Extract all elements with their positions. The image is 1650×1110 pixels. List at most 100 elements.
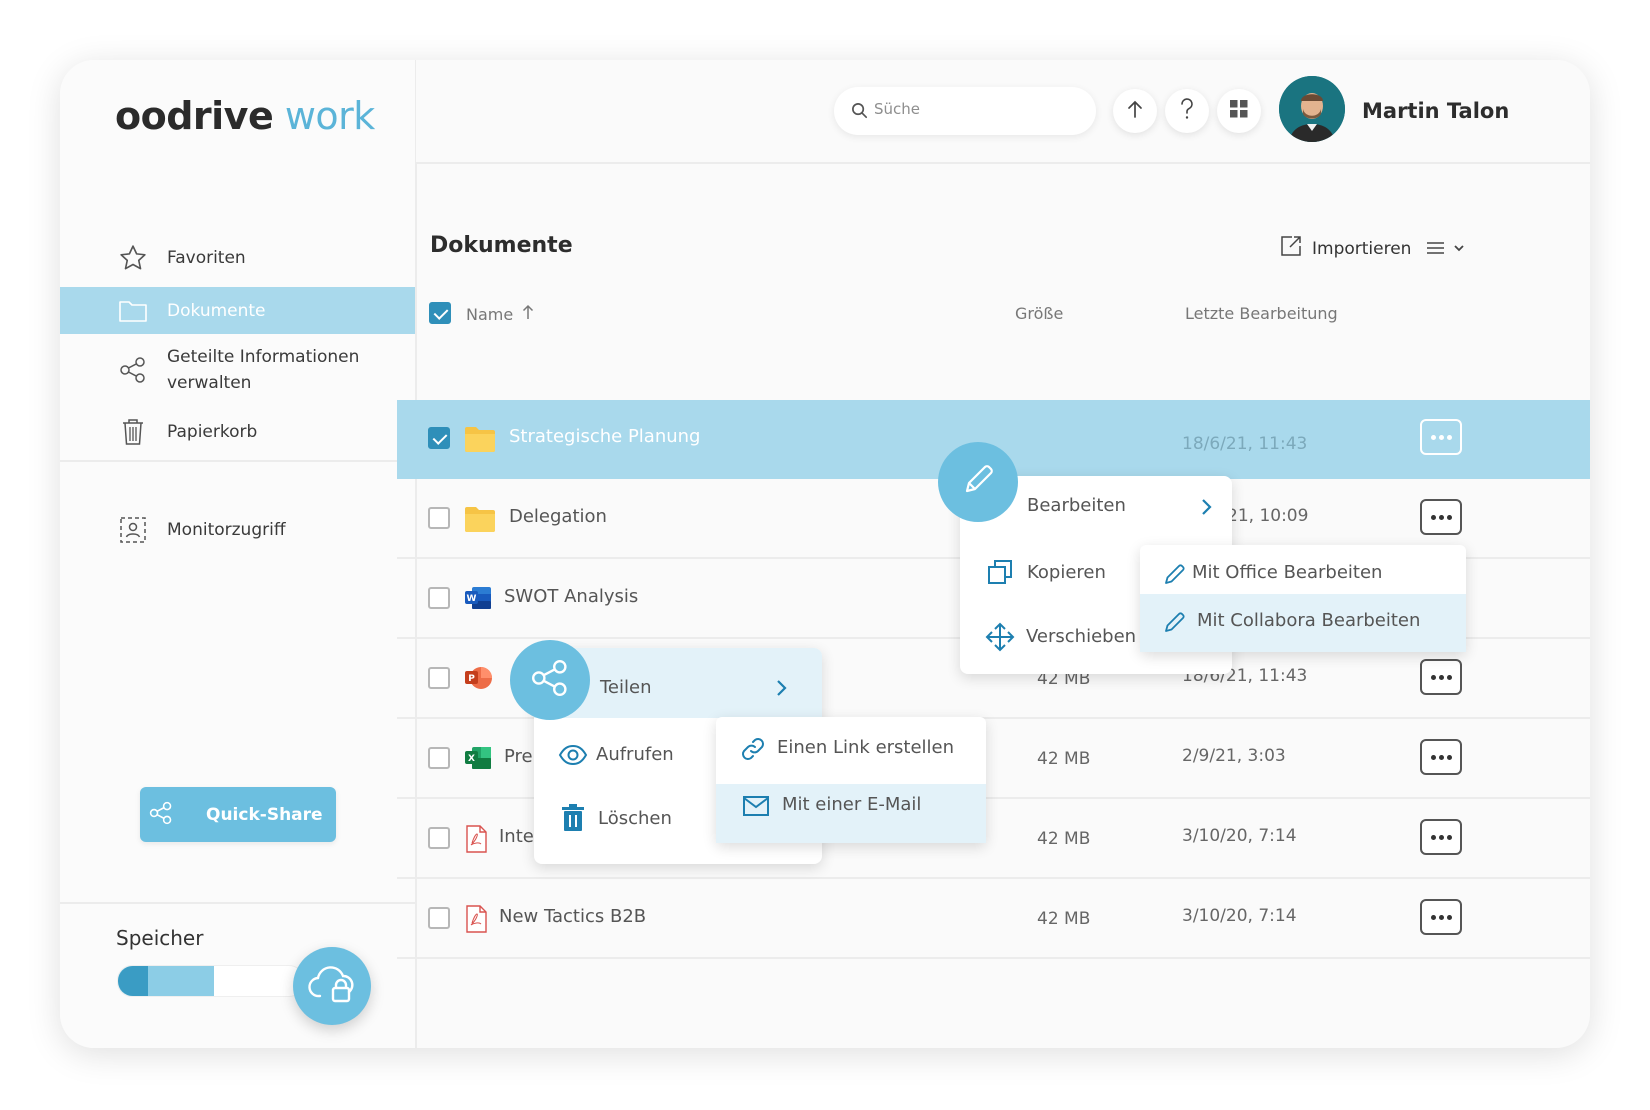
row-checkbox[interactable]: [428, 747, 450, 769]
pdf-file-icon: [464, 905, 496, 933]
edit-fab-button[interactable]: [938, 442, 1018, 522]
view-options-dropdown[interactable]: [1426, 240, 1468, 260]
pdf-file-icon: [464, 825, 496, 853]
menu-item-label: Mit einer E-Mail: [782, 794, 922, 815]
chevron-right-icon: [775, 679, 787, 702]
sidebar-item-dokumente[interactable]: Dokumente: [60, 287, 415, 334]
sidebar-item-monitorzugriff[interactable]: Monitorzugriff: [60, 508, 415, 552]
column-header-size[interactable]: Größe: [1015, 304, 1063, 323]
apps-grid-button[interactable]: [1217, 89, 1261, 133]
file-name: Inte: [499, 826, 534, 847]
menu-item-create-link[interactable]: Einen Link erstellen: [777, 737, 954, 758]
pencil-icon: [961, 463, 995, 501]
file-name: Strategische Planung: [509, 426, 701, 447]
file-size: 42 MB: [1037, 829, 1091, 849]
sidebar-item-label: Monitorzugriff: [167, 520, 286, 540]
page-title: Dokumente: [430, 233, 573, 258]
share-submenu: Einen Link erstellen Mit einer E-Mail: [716, 717, 986, 843]
sidebar: oodrive work Favoriten Dokumente Geteilt…: [60, 60, 417, 1048]
column-header-modified[interactable]: Letzte Bearbeitung: [1185, 304, 1338, 323]
storage-title: Speicher: [116, 926, 204, 950]
menu-item-move[interactable]: Verschieben: [1026, 626, 1136, 647]
sidebar-item-favoriten[interactable]: Favoriten: [60, 236, 415, 280]
menu-item-edit-office[interactable]: Mit Office Bearbeiten: [1192, 562, 1382, 583]
file-name: New Tactics B2B: [499, 906, 647, 927]
file-modified: 21, 10:09: [1227, 506, 1309, 526]
excel-file-icon: X: [464, 745, 496, 773]
menu-item-edit-collabora[interactable]: Mit Collabora Bearbeiten: [1140, 594, 1466, 652]
star-icon: [117, 242, 149, 274]
folder-icon: [464, 425, 496, 453]
trash-icon: [561, 804, 585, 836]
folder-icon: [464, 505, 496, 533]
row-checkbox[interactable]: [428, 667, 450, 689]
menu-item-label: Teilen: [600, 677, 652, 698]
menu-item-label: Mit Collabora Bearbeiten: [1197, 610, 1421, 631]
sidebar-item-papierkorb[interactable]: Papierkorb: [60, 410, 415, 454]
search-box[interactable]: [834, 87, 1096, 135]
select-all-checkbox[interactable]: [429, 302, 451, 324]
row-checkbox[interactable]: [428, 507, 450, 529]
file-name: Pre: [504, 746, 533, 767]
menu-item-delete[interactable]: Löschen: [598, 808, 672, 829]
word-file-icon: W: [464, 585, 496, 613]
file-name: Delegation: [509, 506, 607, 527]
sidebar-item-geteilte-informationen[interactable]: Geteilte Informationen verwalten: [60, 342, 415, 398]
row-checkbox[interactable]: [428, 827, 450, 849]
share-icon: [148, 800, 174, 831]
quick-share-label: Quick-Share: [206, 804, 323, 825]
avatar[interactable]: [1279, 76, 1345, 142]
search-icon: [851, 102, 868, 123]
menu-item-open[interactable]: Aufrufen: [596, 744, 674, 765]
quick-share-button[interactable]: Quick-Share: [140, 787, 336, 842]
import-button[interactable]: Importieren: [1280, 235, 1411, 262]
folder-icon: [117, 295, 149, 327]
share-icon: [529, 657, 571, 703]
more-options-button[interactable]: [1420, 899, 1462, 935]
menu-item-edit[interactable]: Bearbeiten: [1027, 495, 1126, 516]
sidebar-item-label: Papierkorb: [167, 422, 258, 442]
file-name: SWOT Analysis: [504, 586, 639, 607]
more-options-button[interactable]: [1420, 499, 1462, 535]
table-row[interactable]: New Tactics B2B 42 MB 3/10/20, 7:14: [397, 880, 1590, 959]
question-mark-icon: [1179, 97, 1195, 125]
row-checkbox[interactable]: [428, 427, 450, 449]
search-input[interactable]: [872, 99, 1076, 119]
svg-text:W: W: [467, 594, 477, 604]
app-logo[interactable]: oodrive work: [115, 94, 375, 138]
sidebar-item-label: Dokumente: [167, 300, 266, 321]
more-options-button[interactable]: [1420, 819, 1462, 855]
column-name-label: Name: [466, 305, 514, 324]
row-checkbox[interactable]: [428, 587, 450, 609]
storage-progress-cap: [118, 966, 148, 996]
cloud-lock-icon: [307, 962, 357, 1010]
secure-cloud-button[interactable]: [293, 947, 371, 1025]
upload-button[interactable]: [1113, 89, 1157, 133]
eye-icon: [558, 744, 588, 770]
more-options-button[interactable]: [1420, 419, 1462, 455]
share-fab-button[interactable]: [510, 640, 590, 720]
app-window: oodrive work Favoriten Dokumente Geteilt…: [60, 60, 1590, 1048]
sidebar-item-label: Favoriten: [167, 248, 246, 268]
more-options-button[interactable]: [1420, 739, 1462, 775]
sidebar-divider: [60, 902, 415, 904]
import-label: Importieren: [1312, 238, 1412, 259]
sidebar-divider: [60, 460, 415, 462]
help-button[interactable]: [1165, 89, 1209, 133]
user-name[interactable]: Martin Talon: [1362, 99, 1509, 123]
pencil-icon: [1163, 562, 1187, 590]
file-size: 42 MB: [1037, 909, 1091, 929]
svg-text:P: P: [468, 674, 475, 684]
svg-text:X: X: [468, 754, 475, 764]
envelope-icon: [742, 795, 770, 822]
import-icon: [1280, 235, 1302, 262]
monitor-access-icon: [117, 514, 149, 546]
more-options-button[interactable]: [1420, 659, 1462, 695]
link-icon: [740, 736, 766, 766]
menu-item-share-email[interactable]: Mit einer E-Mail: [716, 784, 986, 843]
column-header-name[interactable]: Name: [466, 304, 534, 324]
sidebar-item-label: Geteilte Informationen verwalten: [167, 347, 360, 393]
edit-submenu: Mit Office Bearbeiten Mit Collabora Bear…: [1140, 545, 1466, 652]
row-checkbox[interactable]: [428, 907, 450, 929]
menu-item-copy[interactable]: Kopieren: [1027, 562, 1106, 583]
